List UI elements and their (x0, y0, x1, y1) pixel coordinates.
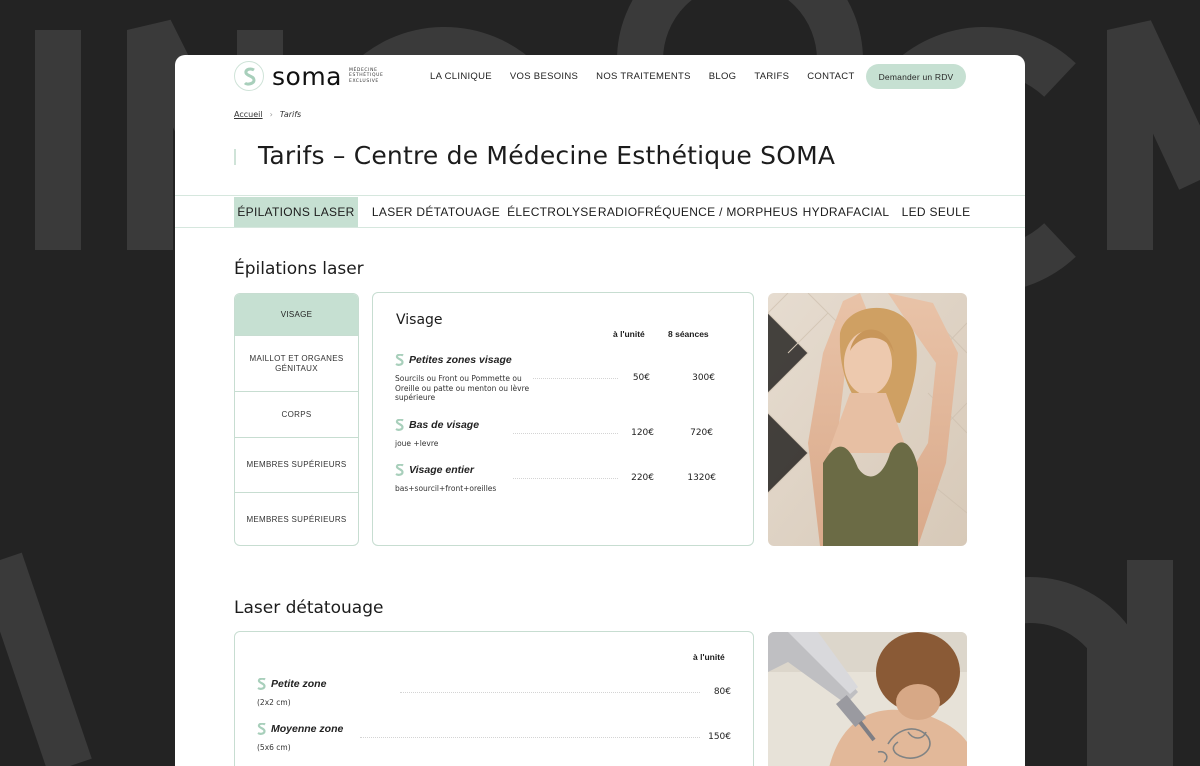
price-row-title: Visage entier (395, 464, 474, 476)
price-card-visage: Visage à l'unité 8 séances Petites zones… (372, 292, 754, 546)
column-header-unit: à l'unité (693, 652, 725, 662)
price-row-title: Bas de visage (395, 419, 479, 431)
price-sessions: 720€ (690, 428, 713, 438)
breadcrumb-home-link[interactable]: Accueil (234, 110, 263, 119)
price-row-name: Petites zones visage (409, 354, 512, 366)
price-row-description: (5x6 cm) (257, 743, 291, 752)
dotted-leader (400, 692, 700, 693)
logo-tagline: Médecine Esthétique Exclusive (349, 68, 383, 85)
category-tabs: ÉPILATIONS LASER LASER DÉTATOUAGE ÉLECTR… (175, 195, 1025, 228)
nav-blog[interactable]: BLOG (709, 71, 737, 82)
breadcrumb: Accueil › Tarifs (234, 110, 301, 119)
price-row-description: Sourcils ou Front ou Pommette ou Oreille… (395, 374, 530, 402)
tab-led-seule[interactable]: LED SEULE (902, 197, 970, 227)
page-title: Tarifs – Centre de Médecine Esthétique S… (258, 141, 836, 170)
zone-menu-item-corps[interactable]: CORPS (235, 392, 358, 438)
price-row-title: Moyenne zone (257, 723, 343, 735)
tab-epilations-laser[interactable]: ÉPILATIONS LASER (234, 197, 358, 227)
zone-menu-item-membres-superieurs-2[interactable]: MEMBRES SUPÉRIEURS (235, 493, 358, 545)
price-row-name: Bas de visage (409, 419, 480, 431)
nav-nos-traitements[interactable]: NOS TRAITEMENTS (596, 71, 691, 82)
chevron-right-icon: › (269, 110, 273, 119)
tab-hydrafacial[interactable]: HYDRAFACIAL (803, 197, 889, 227)
logo-mark-icon (234, 61, 264, 91)
price-unit: 150€ (708, 732, 731, 742)
price-sessions: 300€ (692, 373, 715, 383)
woman-photo (768, 293, 967, 546)
logo[interactable]: soma Médecine Esthétique Exclusive (234, 61, 383, 91)
zone-menu-item-visage[interactable]: VISAGE (235, 294, 358, 336)
logo-tagline-line: Esthétique (349, 73, 384, 79)
price-row-title: Petite zone (257, 678, 326, 690)
nav-vos-besoins[interactable]: VOS BESOINS (510, 71, 578, 82)
logo-tagline-line: Exclusive (349, 78, 379, 84)
s-logo-icon (395, 464, 404, 476)
nav-contact[interactable]: CONTACT (807, 71, 854, 82)
s-logo-icon (395, 419, 404, 431)
s-logo-icon (257, 678, 266, 690)
price-unit: 120€ (631, 428, 654, 438)
s-logo-icon (395, 354, 404, 366)
price-row-description: bas+sourcil+front+oreilles (395, 484, 497, 493)
zone-menu-item-maillot[interactable]: MAILLOT ET ORGANES GÉNITAUX (235, 336, 358, 392)
breadcrumb-current: Tarifs (279, 110, 302, 119)
dotted-leader (513, 478, 618, 479)
nav-la-clinique[interactable]: LA CLINIQUE (430, 71, 492, 82)
main-nav: LA CLINIQUE VOS BESOINS NOS TRAITEMENTS … (430, 71, 873, 82)
s-logo-icon (257, 723, 266, 735)
price-unit: 80€ (713, 687, 731, 697)
price-unit: 50€ (632, 373, 650, 383)
tab-electrolyse[interactable]: ÉLECTROLYSE (507, 197, 596, 227)
nav-tarifs[interactable]: TARIFS (754, 71, 789, 82)
logo-wordmark: soma (272, 61, 342, 91)
title-accent-bar (234, 149, 236, 165)
price-row-title: Petites zones visage (395, 354, 512, 366)
zone-menu: VISAGE MAILLOT ET ORGANES GÉNITAUX CORPS… (234, 293, 359, 546)
zone-menu-item-membres-superieurs[interactable]: MEMBRES SUPÉRIEURS (235, 438, 358, 493)
tattoo-removal-photo (768, 632, 967, 766)
price-unit: 220€ (631, 473, 654, 483)
page-window: soma Médecine Esthétique Exclusive LA CL… (175, 55, 1025, 766)
card-title: Visage (396, 312, 443, 328)
section-title-detatouage: Laser détatouage (234, 598, 384, 618)
price-row-description: (2x2 cm) (257, 698, 291, 707)
dotted-leader (533, 378, 618, 379)
site-header: soma Médecine Esthétique Exclusive LA CL… (175, 55, 1025, 97)
column-header-sessions: 8 séances (668, 329, 709, 339)
price-row-description: joue +levre (395, 439, 439, 448)
tab-laser-detatouage[interactable]: LASER DÉTATOUAGE (372, 197, 500, 227)
price-card-detatouage: à l'unité Petite zone (2x2 cm) 80€ Moyen… (234, 631, 754, 766)
dotted-leader (360, 737, 700, 738)
column-header-unit: à l'unité (613, 329, 645, 339)
price-row-name: Moyenne zone (271, 723, 344, 735)
section-title-epilations: Épilations laser (234, 259, 364, 279)
price-row-name: Visage entier (409, 464, 474, 476)
dotted-leader (513, 433, 618, 434)
tab-radiofrequence-morpheus[interactable]: RADIOFRÉQUENCE / MORPHEUS (598, 197, 798, 227)
request-appointment-button[interactable]: Demander un RDV (866, 64, 966, 89)
price-sessions: 1320€ (687, 473, 716, 483)
price-row-name: Petite zone (271, 678, 327, 690)
